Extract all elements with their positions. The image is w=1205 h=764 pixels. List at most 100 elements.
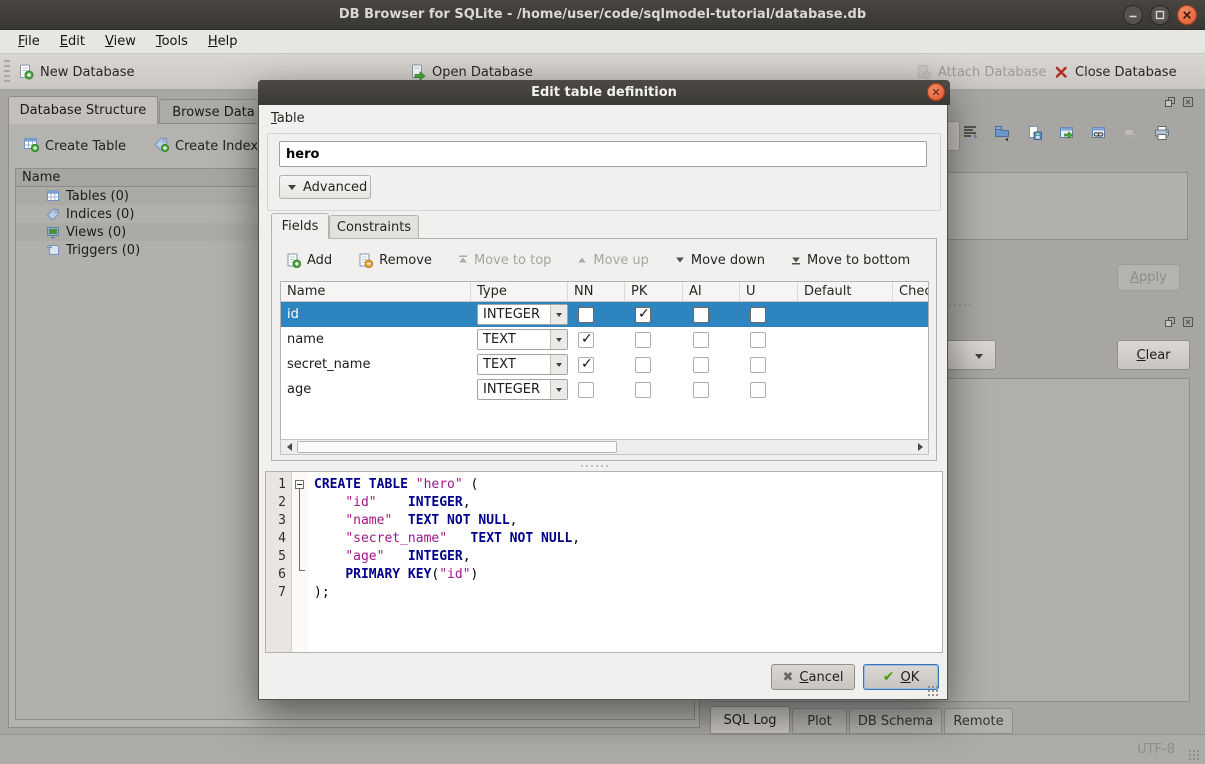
- open-external-icon: [1059, 125, 1075, 141]
- column-header-u[interactable]: U: [740, 282, 798, 302]
- u-checkbox[interactable]: [750, 357, 766, 373]
- column-header-check[interactable]: Check: [893, 282, 929, 302]
- create-index-button[interactable]: Create Index: [147, 132, 264, 160]
- tab-browse-data[interactable]: Browse Data: [159, 99, 268, 124]
- scrollbar-handle[interactable]: [297, 441, 617, 453]
- field-type-combo[interactable]: INTEGER: [477, 379, 568, 400]
- field-type-combo[interactable]: INTEGER: [477, 304, 568, 325]
- text-block-button[interactable]: [962, 124, 978, 145]
- nn-checkbox[interactable]: [578, 307, 594, 323]
- set-null-icon: [1123, 125, 1138, 140]
- field-row-name[interactable]: name TEXT: [281, 327, 928, 352]
- dock-float-icon[interactable]: [1163, 315, 1177, 329]
- column-header-pk[interactable]: PK: [625, 282, 683, 302]
- field-type-combo[interactable]: TEXT: [477, 354, 568, 375]
- create-index-icon: [153, 136, 169, 156]
- u-checkbox[interactable]: [750, 307, 766, 323]
- u-checkbox[interactable]: [750, 382, 766, 398]
- pk-checkbox[interactable]: [635, 357, 651, 373]
- tab-db-schema[interactable]: DB Schema: [849, 708, 942, 734]
- export-button[interactable]: [1027, 125, 1043, 145]
- column-header-name[interactable]: Name: [281, 282, 471, 302]
- tab-sql-log[interactable]: SQL Log: [710, 706, 790, 734]
- fields-table-hscrollbar[interactable]: [280, 439, 929, 455]
- dialog-titlebar[interactable]: Edit table definition ✕: [258, 80, 950, 105]
- chevron-down-icon: [550, 330, 567, 349]
- dialog-resize-grip[interactable]: [927, 685, 939, 697]
- ai-checkbox[interactable]: [693, 332, 709, 348]
- table-name-input[interactable]: [279, 141, 927, 167]
- pk-checkbox[interactable]: [635, 307, 651, 323]
- chevron-down-icon: [975, 354, 983, 359]
- column-header-type[interactable]: Type: [471, 282, 568, 302]
- advanced-toggle-button[interactable]: Advanced: [279, 175, 371, 199]
- scroll-left-icon[interactable]: [281, 440, 297, 454]
- sql-line-5: "age" INTEGER,: [314, 548, 580, 566]
- scroll-right-icon[interactable]: [912, 440, 928, 454]
- menu-tools[interactable]: Tools: [146, 32, 198, 51]
- close-window-button[interactable]: [1177, 5, 1197, 25]
- dock-dock-close-icon[interactable]: [1181, 315, 1195, 329]
- chevron-down-icon: [288, 185, 296, 190]
- pk-checkbox[interactable]: [635, 382, 651, 398]
- tab-plot[interactable]: Plot: [792, 708, 847, 734]
- window-resize-grip[interactable]: [1188, 749, 1200, 761]
- field-name-cell[interactable]: age: [281, 377, 471, 402]
- close-database-button[interactable]: Close Database: [1050, 59, 1181, 85]
- column-header-ai[interactable]: AI: [683, 282, 740, 302]
- tab-database-structure[interactable]: Database Structure: [8, 96, 158, 124]
- field-name-cell[interactable]: secret_name: [281, 352, 471, 377]
- menu-help[interactable]: Help: [198, 32, 248, 51]
- import-button[interactable]: [994, 124, 1011, 145]
- cancel-button[interactable]: ✖ Cancel: [771, 664, 855, 690]
- minimize-window-button[interactable]: [1123, 5, 1143, 25]
- new-database-button[interactable]: New Database: [14, 59, 139, 85]
- dock-splitter-handle[interactable]: [944, 304, 971, 306]
- dialog-splitter-handle[interactable]: [581, 465, 608, 467]
- table-group-label: Table: [271, 111, 305, 126]
- field-row-age[interactable]: age INTEGER: [281, 377, 928, 402]
- u-checkbox[interactable]: [750, 332, 766, 348]
- move-to-bottom-button[interactable]: Move to bottom: [791, 253, 910, 268]
- field-type-combo[interactable]: TEXT: [477, 329, 568, 350]
- menu-edit[interactable]: Edit: [50, 32, 95, 51]
- triggers-icon: [46, 243, 60, 257]
- field-row-secret_name[interactable]: secret_name TEXT: [281, 352, 928, 377]
- dock-dock-close-icon[interactable]: [1181, 95, 1195, 109]
- create-table-button[interactable]: Create Table: [17, 132, 132, 160]
- nn-checkbox[interactable]: [578, 382, 594, 398]
- window-title: DB Browser for SQLite - /home/user/code/…: [339, 7, 866, 22]
- open-external-button[interactable]: [1059, 125, 1075, 145]
- dialog-close-icon[interactable]: ✕: [927, 83, 945, 101]
- remove-button[interactable]: Remove: [358, 253, 432, 268]
- window-titlebar[interactable]: DB Browser for SQLite - /home/user/code/…: [0, 0, 1205, 30]
- tab-remote[interactable]: Remote: [944, 708, 1013, 734]
- column-header-default[interactable]: Default: [798, 282, 893, 302]
- add-button[interactable]: Add: [286, 253, 332, 268]
- nn-checkbox[interactable]: [578, 357, 594, 373]
- ai-checkbox[interactable]: [693, 307, 709, 323]
- maximize-window-button[interactable]: [1150, 5, 1170, 25]
- dock-float-icon[interactable]: [1163, 95, 1177, 109]
- toolbar-grip[interactable]: [4, 60, 10, 84]
- move-down-button[interactable]: Move down: [675, 253, 765, 268]
- pk-checkbox[interactable]: [635, 332, 651, 348]
- menu-view[interactable]: View: [95, 32, 146, 51]
- dialog-title: Edit table definition: [531, 85, 677, 100]
- tab-fields[interactable]: Fields: [271, 213, 329, 239]
- column-header-nn[interactable]: NN: [568, 282, 625, 302]
- set-null-button: [1123, 125, 1138, 144]
- nn-checkbox[interactable]: [578, 332, 594, 348]
- tab-constraints[interactable]: Constraints: [329, 215, 419, 239]
- ai-checkbox[interactable]: [693, 357, 709, 373]
- field-row-id[interactable]: id INTEGER: [281, 302, 928, 327]
- move-bottom-icon: [791, 255, 801, 265]
- ai-checkbox[interactable]: [693, 382, 709, 398]
- clear-log-button[interactable]: Clear: [1117, 340, 1190, 370]
- print-button[interactable]: [1154, 125, 1170, 145]
- link-button[interactable]: [1091, 125, 1107, 145]
- field-name-cell[interactable]: id: [281, 302, 471, 327]
- fold-collapse-icon[interactable]: [295, 480, 304, 489]
- menu-file[interactable]: File: [8, 32, 50, 51]
- field-name-cell[interactable]: name: [281, 327, 471, 352]
